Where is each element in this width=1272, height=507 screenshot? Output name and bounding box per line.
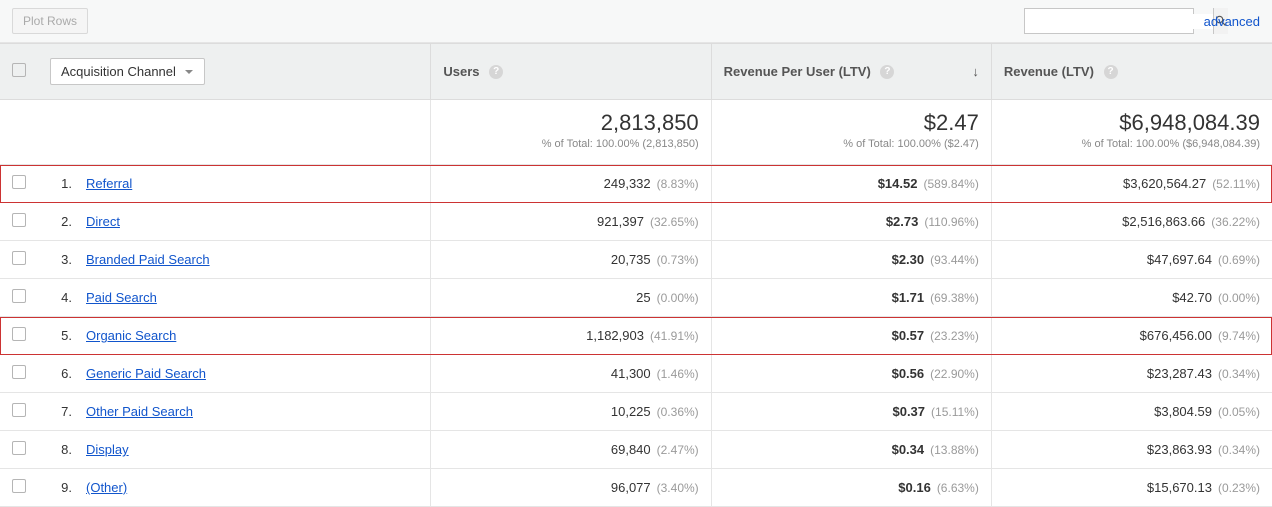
dimension-cell: 5. Organic Search [38, 317, 431, 355]
revenue-cell: $23,287.43(0.34%) [991, 355, 1272, 393]
channel-link[interactable]: Other Paid Search [86, 404, 193, 419]
revenue-cell: $23,863.93(0.34%) [991, 431, 1272, 469]
rpu-cell: $0.37(15.11%) [711, 393, 991, 431]
advanced-link[interactable]: advanced [1204, 14, 1260, 29]
users-cell: 1,182,903(41.91%) [431, 317, 711, 355]
revenue-cell: $2,516,863.66(36.22%) [991, 203, 1272, 241]
toolbar: Plot Rows advanced [0, 0, 1272, 43]
dimension-cell: 1. Referral [38, 165, 431, 203]
caret-down-icon [184, 67, 194, 77]
table-row: 5. Organic Search 1,182,903(41.91%)$0.57(2… [0, 317, 1272, 355]
channel-link[interactable]: (Other) [86, 480, 127, 495]
row-rank: 1. [50, 176, 72, 191]
table-row: 6. Generic Paid Search 41,300(1.46%)$0.56(… [0, 355, 1272, 393]
total-rpu: $2.47 % of Total: 100.00% ($2.47) [711, 100, 991, 165]
rpu-cell: $14.52(589.84%) [711, 165, 991, 203]
rpu-cell: $2.73(110.96%) [711, 203, 991, 241]
row-rank: 5. [50, 328, 72, 343]
table-row: 4. Paid Search 25(0.00%)$1.71(69.38%)$42.7… [0, 279, 1272, 317]
dimension-cell: 3. Branded Paid Search [38, 241, 431, 279]
row-rank: 8. [50, 442, 72, 457]
dimension-cell: 4. Paid Search [38, 279, 431, 317]
channel-link[interactable]: Display [86, 442, 129, 457]
metric-header-revenue[interactable]: Revenue (LTV) ? [991, 44, 1272, 100]
search-box [1024, 8, 1194, 34]
help-icon[interactable]: ? [880, 65, 894, 79]
users-cell: 96,077(3.40%) [431, 469, 711, 507]
channel-link[interactable]: Generic Paid Search [86, 366, 206, 381]
help-icon[interactable]: ? [489, 65, 503, 79]
sort-down-icon: ↓ [972, 64, 979, 79]
table-header-row: Acquisition Channel Users ? Revenue Per … [0, 44, 1272, 100]
channel-link[interactable]: Paid Search [86, 290, 157, 305]
table-row: 3. Branded Paid Search 20,735(0.73%)$2.30(… [0, 241, 1272, 279]
rpu-cell: $0.16(6.63%) [711, 469, 991, 507]
help-icon[interactable]: ? [1104, 65, 1118, 79]
dimension-cell: 2. Direct [38, 203, 431, 241]
metric-header-users[interactable]: Users ? [431, 44, 711, 100]
row-rank: 9. [50, 480, 72, 495]
users-cell: 41,300(1.46%) [431, 355, 711, 393]
row-rank: 2. [50, 214, 72, 229]
report-table: Acquisition Channel Users ? Revenue Per … [0, 43, 1272, 507]
rpu-cell: $0.34(13.88%) [711, 431, 991, 469]
plot-rows-button[interactable]: Plot Rows [12, 8, 88, 34]
dimension-cell: 7. Other Paid Search [38, 393, 431, 431]
table-row: 7. Other Paid Search 10,225(0.36%)$0.37(15… [0, 393, 1272, 431]
channel-link[interactable]: Referral [86, 176, 132, 191]
total-revenue: $6,948,084.39 % of Total: 100.00% ($6,94… [991, 100, 1272, 165]
row-checkbox[interactable] [12, 251, 26, 265]
total-users: 2,813,850 % of Total: 100.00% (2,813,850… [431, 100, 711, 165]
metric-header-rpu[interactable]: Revenue Per User (LTV) ? ↓ [711, 44, 991, 100]
dimension-cell: 8. Display [38, 431, 431, 469]
totals-row: 2,813,850 % of Total: 100.00% (2,813,850… [0, 100, 1272, 165]
table-row: 9. (Other) 96,077(3.40%)$0.16(6.63%)$15,67… [0, 469, 1272, 507]
row-checkbox[interactable] [12, 289, 26, 303]
dimension-header-cell: Acquisition Channel [38, 44, 431, 100]
row-checkbox[interactable] [12, 403, 26, 417]
row-rank: 4. [50, 290, 72, 305]
revenue-cell: $676,456.00(9.74%) [991, 317, 1272, 355]
row-checkbox[interactable] [12, 327, 26, 341]
table-row: 2. Direct 921,397(32.65%)$2.73(110.96%)$2,… [0, 203, 1272, 241]
rpu-cell: $2.30(93.44%) [711, 241, 991, 279]
revenue-cell: $42.70(0.00%) [991, 279, 1272, 317]
rpu-cell: $1.71(69.38%) [711, 279, 991, 317]
row-rank: 6. [50, 366, 72, 381]
select-all-cell [0, 44, 38, 100]
rpu-cell: $0.57(23.23%) [711, 317, 991, 355]
channel-link[interactable]: Direct [86, 214, 120, 229]
dimension-cell: 9. (Other) [38, 469, 431, 507]
row-checkbox[interactable] [12, 365, 26, 379]
row-checkbox[interactable] [12, 441, 26, 455]
users-cell: 249,332(8.83%) [431, 165, 711, 203]
users-cell: 921,397(32.65%) [431, 203, 711, 241]
dimension-picker[interactable]: Acquisition Channel [50, 58, 205, 85]
revenue-cell: $15,670.13(0.23%) [991, 469, 1272, 507]
table-row: 1. Referral 249,332(8.83%)$14.52(589.84%)$… [0, 165, 1272, 203]
users-cell: 10,225(0.36%) [431, 393, 711, 431]
row-checkbox[interactable] [12, 479, 26, 493]
dimension-cell: 6. Generic Paid Search [38, 355, 431, 393]
revenue-cell: $47,697.64(0.69%) [991, 241, 1272, 279]
revenue-cell: $3,620,564.27(52.11%) [991, 165, 1272, 203]
users-cell: 69,840(2.47%) [431, 431, 711, 469]
table-row: 8. Display 69,840(2.47%)$0.34(13.88%)$23,8… [0, 431, 1272, 469]
users-cell: 20,735(0.73%) [431, 241, 711, 279]
row-checkbox[interactable] [12, 213, 26, 227]
row-rank: 7. [50, 404, 72, 419]
row-checkbox[interactable] [12, 175, 26, 189]
users-cell: 25(0.00%) [431, 279, 711, 317]
rpu-cell: $0.56(22.90%) [711, 355, 991, 393]
dimension-label: Acquisition Channel [61, 64, 176, 79]
channel-link[interactable]: Branded Paid Search [86, 252, 210, 267]
revenue-cell: $3,804.59(0.05%) [991, 393, 1272, 431]
channel-link[interactable]: Organic Search [86, 328, 176, 343]
select-all-checkbox[interactable] [12, 63, 26, 77]
row-rank: 3. [50, 252, 72, 267]
search-input[interactable] [1025, 14, 1213, 29]
